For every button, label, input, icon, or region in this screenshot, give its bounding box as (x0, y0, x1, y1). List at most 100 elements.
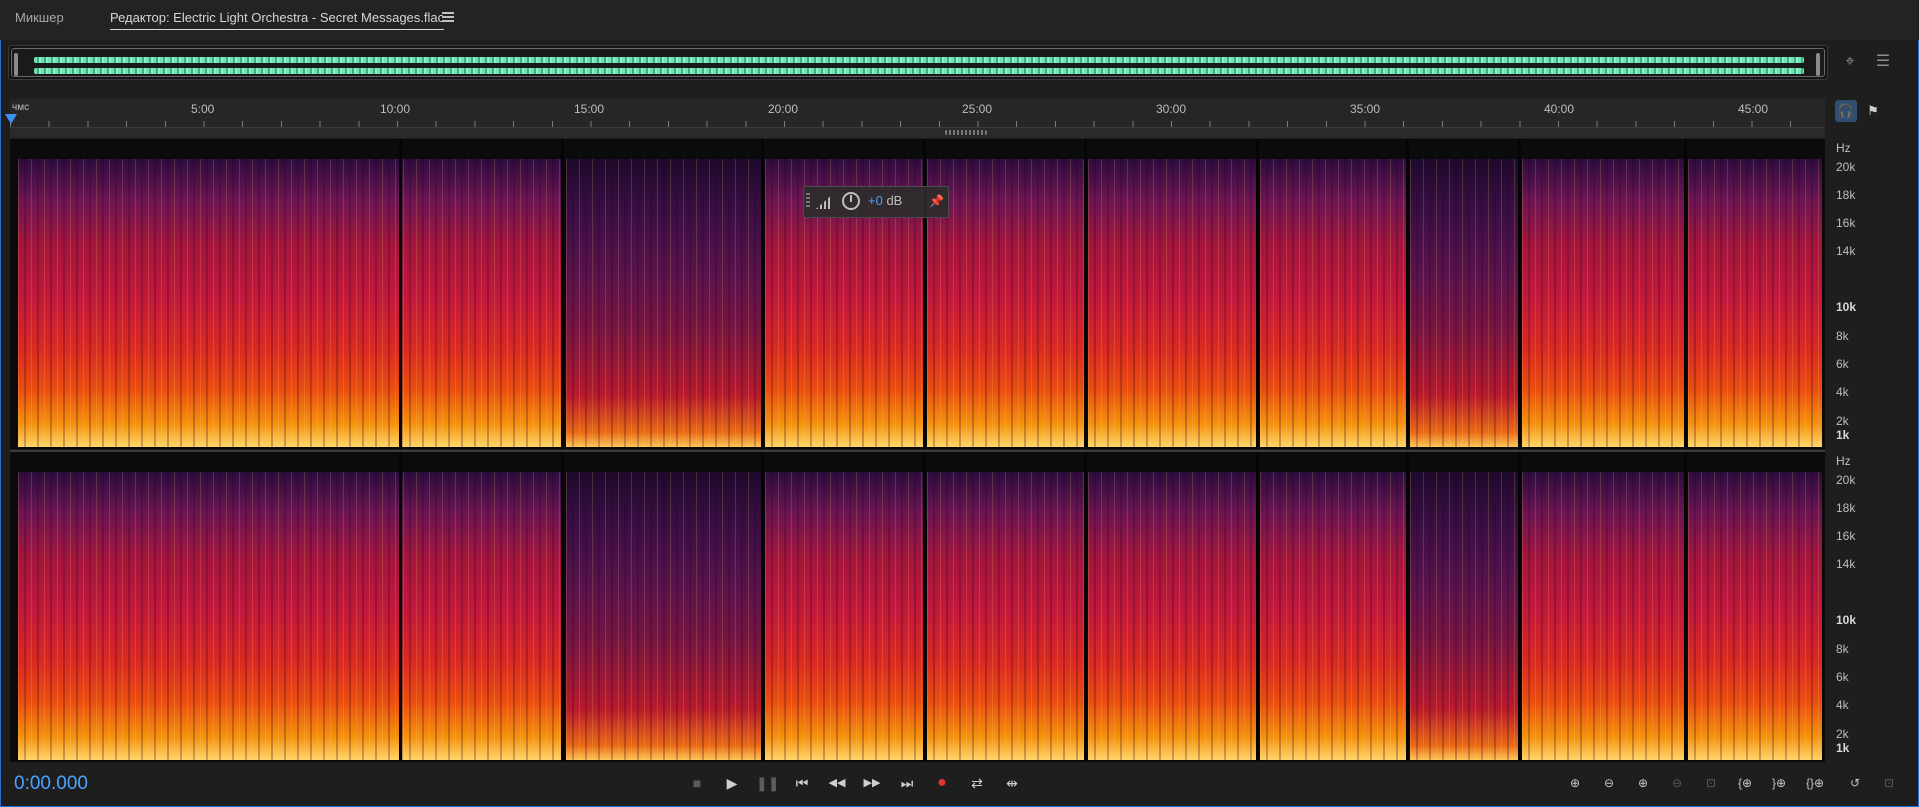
spectral-segment (1688, 159, 1822, 447)
timeline-ruler[interactable]: чмс 5:00 10:00 15:00 20:00 25:00 30:00 3… (10, 99, 1825, 128)
spectral-segment (1088, 472, 1256, 760)
frequency-label: 14k (1836, 244, 1856, 258)
track-gap (1684, 452, 1687, 762)
frequency-label: 2k (1836, 727, 1849, 741)
frequency-label: 1k (1836, 428, 1850, 442)
zoom-full-button[interactable]: ⊡ (1698, 772, 1724, 794)
tab-editor[interactable]: Редактор: Electric Light Orchestra - Sec… (110, 10, 445, 30)
fast-forward-button[interactable]: ▶▶ (861, 772, 883, 794)
spectral-segment (18, 159, 408, 447)
list-icon[interactable]: ☰ (1872, 51, 1894, 73)
zoom-in-left-button[interactable]: {⊕ (1732, 772, 1758, 794)
gain-knob[interactable] (842, 192, 860, 210)
track-gap (1406, 139, 1409, 449)
frequency-label: 18k (1836, 501, 1856, 515)
overview-waveform-left-channel (34, 57, 1804, 63)
frequency-label: 18k (1836, 188, 1856, 202)
zoom-selection-button[interactable]: {}⊕ (1802, 772, 1828, 794)
frequency-label: 16k (1836, 529, 1856, 543)
ruler-label: 30:00 (1156, 102, 1187, 116)
overview-waveform[interactable] (8, 45, 1828, 80)
spectral-segment (1088, 159, 1256, 447)
ruler-ticks (10, 121, 1825, 127)
spectrogram-right-channel[interactable] (10, 452, 1825, 762)
track-gap (399, 139, 402, 449)
ruler-unit: чмс (12, 102, 30, 113)
playhead-marker[interactable] (5, 114, 17, 124)
marker-flag-icon[interactable]: ⚑ (1862, 100, 1884, 122)
track-gap (1256, 452, 1259, 762)
track-gap (561, 139, 564, 449)
track-gap (1084, 452, 1087, 762)
gain-readout[interactable]: +0 dB (868, 193, 902, 208)
zoom-in-time-button[interactable]: ⊕ (1630, 772, 1656, 794)
frequency-axis-right-channel[interactable]: Hz 20k 18k 16k 14k 10k 8k 6k 4k 2k 1k (1828, 452, 1918, 762)
spectral-segment (765, 472, 923, 760)
track-gap (923, 452, 926, 762)
pin-icon[interactable]: 📌 (929, 194, 944, 208)
spectral-segment (1522, 472, 1684, 760)
ruler-label: 10:00 (380, 102, 411, 116)
vertical-scroll-strip[interactable] (10, 128, 1825, 138)
loop-button[interactable]: ⇄ (966, 772, 988, 794)
current-time-display[interactable]: 0:00.000 (14, 773, 88, 795)
play-button[interactable]: ▶ (721, 772, 743, 794)
ruler-label: 45:00 (1738, 102, 1769, 116)
frequency-label: 1k (1836, 741, 1850, 755)
move-to-start-button[interactable]: ⏮ (791, 772, 813, 794)
frequency-label: 16k (1836, 216, 1856, 230)
frequency-label: 8k (1836, 642, 1849, 656)
spectral-segment (1410, 159, 1518, 447)
spectral-segment (18, 472, 408, 760)
tab-mixer[interactable]: Микшер (15, 10, 64, 25)
overview-right-handle[interactable] (1816, 53, 1820, 76)
pause-button[interactable]: ❚❚ (756, 772, 779, 794)
headphones-icon[interactable]: 🎧 (1835, 100, 1857, 122)
frequency-label: 20k (1836, 473, 1856, 487)
track-gap (761, 139, 764, 449)
zoom-in-amplitude-button[interactable]: ⊕ (1562, 772, 1588, 794)
zoom-target-icon[interactable]: ⌖ (1839, 51, 1861, 73)
ruler-label: 5:00 (191, 102, 215, 116)
skip-selection-button[interactable]: ⇹ (1001, 772, 1023, 794)
frequency-label: 8k (1836, 329, 1849, 343)
hamburger-menu-icon[interactable] (442, 12, 454, 24)
spectral-segment (566, 472, 761, 760)
zoom-in-right-button[interactable]: }⊕ (1766, 772, 1792, 794)
hud-drag-handle[interactable] (806, 193, 810, 209)
zoom-fit-button[interactable]: ⊡ (1876, 772, 1902, 794)
track-gap (399, 452, 402, 762)
frequency-label: 20k (1836, 160, 1856, 174)
frequency-unit: Hz (1836, 141, 1851, 155)
overview-left-handle[interactable] (14, 53, 18, 76)
zoom-out-time-button[interactable]: ⊖ (1664, 772, 1690, 794)
frequency-label: 6k (1836, 670, 1849, 684)
frequency-label: 4k (1836, 385, 1849, 399)
zoom-reset-button[interactable]: ↺ (1842, 772, 1868, 794)
move-to-end-button[interactable]: ⏭ (896, 772, 918, 794)
ruler-label: 20:00 (768, 102, 799, 116)
stop-button[interactable]: ■ (686, 772, 708, 794)
spectral-segment (403, 472, 561, 760)
spectral-segment (1260, 472, 1406, 760)
frequency-label: 2k (1836, 414, 1849, 428)
gain-unit: dB (886, 193, 903, 208)
spectral-segment (403, 159, 561, 447)
scroll-grip[interactable] (945, 130, 987, 135)
zoom-out-amplitude-button[interactable]: ⊖ (1596, 772, 1622, 794)
frequency-label: 14k (1836, 557, 1856, 571)
record-button[interactable]: ● (931, 772, 953, 794)
track-gap (1084, 139, 1087, 449)
frequency-label: 4k (1836, 698, 1849, 712)
track-gap (1406, 452, 1409, 762)
amplitude-hud[interactable]: +0 dB 📌 (803, 186, 949, 218)
ruler-label: 40:00 (1544, 102, 1575, 116)
frequency-label: 10k (1836, 613, 1857, 627)
spectral-segment (927, 472, 1084, 760)
frequency-axis-left-channel[interactable]: Hz 20k 18k 16k 14k 10k 8k 6k 4k 2k 1k (1828, 139, 1918, 449)
frequency-label: 10k (1836, 300, 1857, 314)
ruler-label: 35:00 (1350, 102, 1381, 116)
overview-visible-range[interactable] (11, 48, 1825, 77)
frequency-label: 6k (1836, 357, 1849, 371)
rewind-button[interactable]: ◀◀ (826, 772, 848, 794)
